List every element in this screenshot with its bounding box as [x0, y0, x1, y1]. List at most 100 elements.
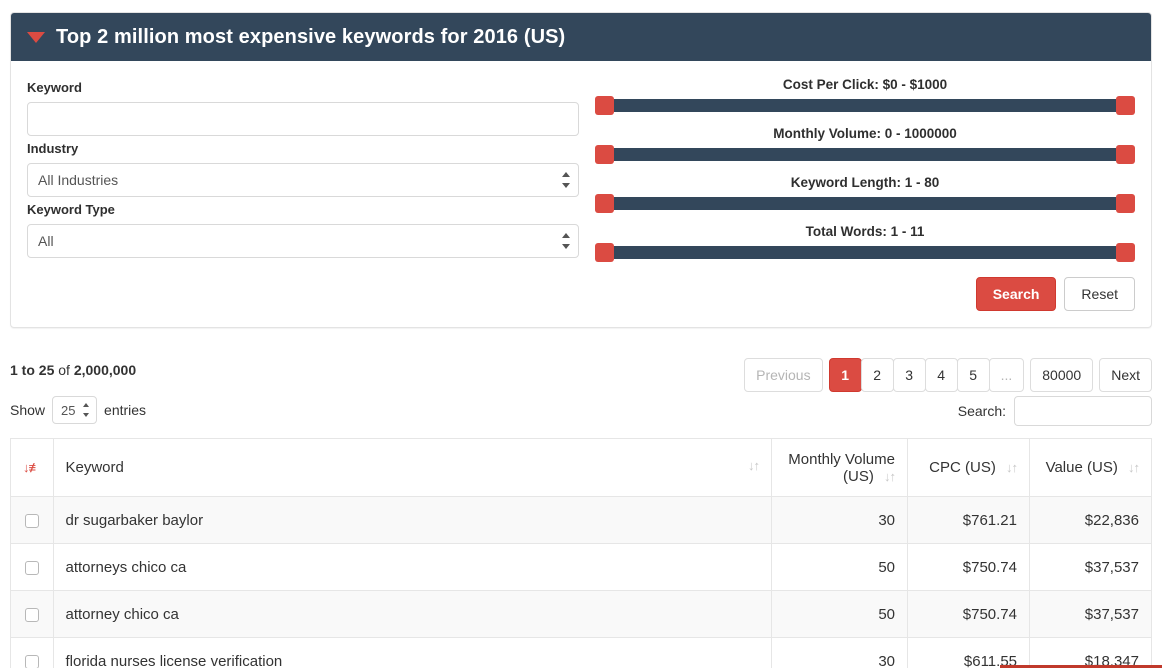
results-table-body: dr sugarbaker baylor 30 $761.21 $22,836 … — [10, 496, 1152, 668]
keyword-type-field-label: Keyword Type — [27, 202, 115, 217]
column-header-monthly-volume[interactable]: Monthly Volume (US) ↓↑ — [771, 438, 908, 497]
results-total: 2,000,000 — [73, 362, 137, 378]
slider-handle-min-cost-per-click[interactable] — [595, 96, 614, 115]
slider-cost-per-click: Cost Per Click: $0 - $1000 — [595, 77, 1135, 115]
slider-track-keyword-length[interactable] — [595, 194, 1135, 213]
keyword-explorer-page: Top 2 million most expensive keywords fo… — [0, 0, 1162, 668]
cell-value: $37,537 — [1029, 590, 1152, 638]
column-header-value[interactable]: Value (US) ↓↑ — [1029, 438, 1152, 497]
slider-label-keyword-length: Keyword Length: 1 - 80 — [790, 175, 940, 190]
page-length-value: 25 — [61, 402, 76, 418]
cell-monthly-volume: 30 — [771, 637, 908, 668]
keyword-type-select-wrap[interactable]: All — [27, 224, 579, 258]
table-info-bar: 1 to 25 of 2,000,000 Previous 1 2 3 4 5 … — [10, 358, 1152, 392]
industry-select-wrap[interactable]: All Industries — [27, 163, 579, 197]
page-length-control: Show 25 entries — [10, 396, 146, 424]
slider-handle-max-keyword-length[interactable] — [1116, 194, 1135, 213]
cell-monthly-volume: 50 — [771, 590, 908, 638]
table-header-row: ↓≢ Keyword ↓↑ Monthly Volume (US) ↓↑ CPC… — [10, 438, 1152, 497]
slider-handle-max-total-words[interactable] — [1116, 243, 1135, 262]
filter-right-column: Cost Per Click: $0 - $1000 Monthly Volum… — [579, 75, 1135, 311]
show-label: Show — [10, 402, 46, 418]
page-title: Top 2 million most expensive keywords fo… — [56, 25, 566, 48]
pagination-page-2[interactable]: 2 — [860, 358, 894, 392]
filter-panel-body: Keyword Industry All Industries Keyword … — [11, 61, 1151, 327]
pagination-page-3[interactable]: 3 — [892, 358, 926, 392]
table-row[interactable]: dr sugarbaker baylor 30 $761.21 $22,836 — [10, 496, 1152, 544]
row-checkbox[interactable] — [24, 654, 39, 668]
filter-left-column: Keyword Industry All Industries Keyword … — [27, 75, 579, 311]
page-length-select[interactable]: 25 — [52, 396, 98, 424]
sort-both-icon[interactable]: ↓↑ — [1128, 461, 1140, 474]
search-button[interactable]: Search — [975, 277, 1057, 311]
column-header-cpc[interactable]: CPC (US) ↓↑ — [907, 438, 1030, 497]
chevron-updown-icon — [561, 172, 570, 188]
row-select-cell[interactable] — [10, 496, 54, 544]
table-row[interactable]: florida nurses license verification 30 $… — [10, 637, 1152, 668]
cell-keyword: dr sugarbaker baylor — [52, 496, 772, 544]
table-row[interactable]: attorneys chico ca 50 $750.74 $37,537 — [10, 543, 1152, 591]
table-search-input[interactable] — [1014, 396, 1152, 426]
cell-keyword: florida nurses license verification — [52, 637, 772, 668]
row-select-cell[interactable] — [10, 590, 54, 638]
sort-desc-icon[interactable]: ↓≢ — [23, 461, 41, 474]
caret-down-icon[interactable] — [27, 31, 45, 43]
slider-handle-min-keyword-length[interactable] — [595, 194, 614, 213]
slider-track-cost-per-click[interactable] — [595, 96, 1135, 115]
slider-handle-max-cost-per-click[interactable] — [1116, 96, 1135, 115]
results-table: ↓≢ Keyword ↓↑ Monthly Volume (US) ↓↑ CPC… — [10, 438, 1152, 668]
column-label-keyword: Keyword — [65, 459, 124, 476]
cell-keyword: attorney chico ca — [52, 590, 772, 638]
column-header-select-all[interactable]: ↓≢ — [10, 438, 54, 497]
entries-label: entries — [104, 402, 147, 418]
keyword-input[interactable] — [27, 102, 579, 136]
filter-panel-header[interactable]: Top 2 million most expensive keywords fo… — [11, 13, 1151, 61]
slider-label-cost-per-click: Cost Per Click: $0 - $1000 — [782, 77, 948, 92]
pagination-ellipsis: ... — [988, 358, 1025, 392]
slider-handle-min-monthly-volume[interactable] — [595, 145, 614, 164]
column-label-cpc: CPC (US) — [929, 459, 996, 476]
row-checkbox[interactable] — [24, 513, 39, 528]
slider-handle-max-monthly-volume[interactable] — [1116, 145, 1135, 164]
results-table-head: ↓≢ Keyword ↓↑ Monthly Volume (US) ↓↑ CPC… — [10, 438, 1152, 497]
slider-keyword-length: Keyword Length: 1 - 80 — [595, 175, 1135, 213]
industry-select[interactable]: All Industries — [27, 163, 579, 197]
results-of: of — [54, 362, 74, 378]
column-label-value: Value (US) — [1045, 459, 1118, 476]
keyword-type-select[interactable]: All — [27, 224, 579, 258]
sort-both-icon[interactable]: ↓↑ — [748, 459, 760, 472]
chevron-updown-icon — [81, 403, 90, 417]
row-select-cell[interactable] — [10, 543, 54, 591]
pagination-next[interactable]: Next — [1099, 358, 1152, 392]
column-label-monthly-volume: Monthly Volume (US) — [788, 450, 895, 485]
cell-value: $18,347 — [1029, 637, 1152, 668]
sort-both-icon[interactable]: ↓↑ — [884, 470, 896, 483]
results-range: 1 to 25 — [10, 362, 55, 378]
pagination: Previous 1 2 3 4 5 ... 80000 Next — [744, 358, 1152, 392]
pagination-page-4[interactable]: 4 — [924, 358, 958, 392]
table-controls-bar: Show 25 entries Search: — [10, 396, 1152, 428]
pagination-page-5[interactable]: 5 — [956, 358, 990, 392]
cell-value: $22,836 — [1029, 496, 1152, 544]
pagination-previous[interactable]: Previous — [744, 358, 823, 392]
chevron-updown-icon — [561, 233, 570, 249]
slider-monthly-volume: Monthly Volume: 0 - 1000000 — [595, 126, 1135, 164]
slider-label-total-words: Total Words: 1 - 11 — [805, 224, 925, 239]
slider-track-monthly-volume[interactable] — [595, 145, 1135, 164]
row-checkbox[interactable] — [24, 560, 39, 575]
sort-both-icon[interactable]: ↓↑ — [1006, 461, 1018, 474]
cell-cpc: $750.74 — [907, 543, 1030, 591]
pagination-page-1[interactable]: 1 — [828, 358, 862, 392]
reset-button[interactable]: Reset — [1064, 277, 1135, 311]
slider-track-total-words[interactable] — [595, 243, 1135, 262]
table-row[interactable]: attorney chico ca 50 $750.74 $37,537 — [10, 590, 1152, 638]
row-select-cell[interactable] — [10, 637, 54, 668]
filter-actions: Search Reset — [595, 277, 1135, 311]
keyword-field-label: Keyword — [27, 80, 82, 95]
cell-monthly-volume: 30 — [771, 496, 908, 544]
slider-handle-min-total-words[interactable] — [595, 243, 614, 262]
pagination-page-last[interactable]: 80000 — [1030, 358, 1094, 392]
column-header-keyword[interactable]: Keyword ↓↑ — [52, 438, 772, 497]
cell-cpc: $750.74 — [907, 590, 1030, 638]
row-checkbox[interactable] — [24, 607, 39, 622]
